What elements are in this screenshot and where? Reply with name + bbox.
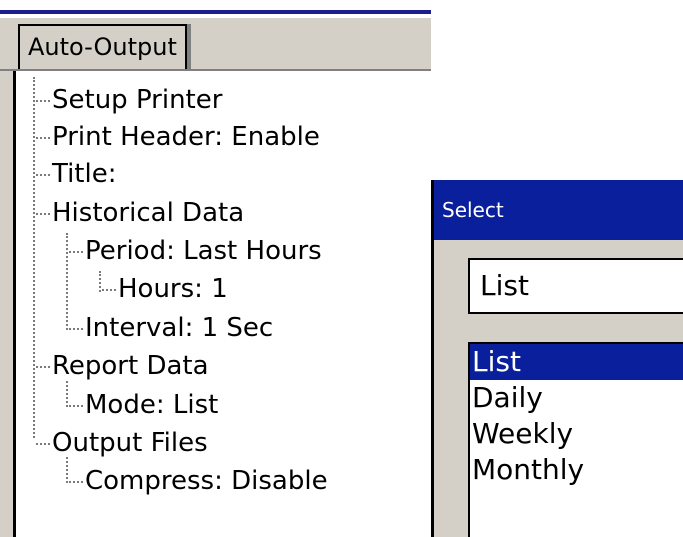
tree-item-setup-printer[interactable]: Setup Printer (36, 82, 223, 118)
tree-item-label: Period: Last Hours (85, 236, 322, 266)
tree-root-line (33, 77, 35, 438)
tree-item-historical-data[interactable]: Historical Data (36, 195, 245, 231)
tree-item-label: Mode: List (85, 390, 219, 420)
settings-tree: Setup Printer Print Header: Enable Title… (19, 71, 431, 537)
option-daily[interactable]: Daily (470, 380, 683, 416)
tab-auto-output[interactable]: Auto-Output (18, 24, 191, 71)
tree-item-label: Title: (52, 159, 117, 189)
option-monthly[interactable]: Monthly (470, 452, 683, 488)
tree-item-output-files[interactable]: Output Files (36, 425, 208, 461)
options-listbox[interactable]: List Daily Weekly Monthly (468, 342, 683, 537)
tree-period-line (99, 271, 101, 292)
tree-item-period[interactable]: Period: Last Hours (69, 233, 322, 269)
tree-item-print-header[interactable]: Print Header: Enable (36, 119, 320, 155)
tree-item-label: Setup Printer (52, 85, 223, 115)
option-list[interactable]: List (470, 344, 683, 380)
tree-item-interval[interactable]: Interval: 1 Sec (69, 310, 274, 346)
window-top-bar (0, 0, 431, 14)
select-dialog: Select List List Daily Weekly Monthly (431, 180, 683, 537)
tab-strip: Auto-Output (0, 18, 431, 71)
tree-item-hours[interactable]: Hours: 1 (102, 271, 228, 307)
option-weekly[interactable]: Weekly (470, 416, 683, 452)
tree-report-line (66, 381, 68, 407)
tree-historical-line (66, 233, 68, 330)
tree-item-mode[interactable]: Mode: List (69, 387, 219, 423)
tree-item-label: Hours: 1 (118, 274, 228, 304)
left-frame (0, 71, 16, 537)
tree-item-label: Print Header: Enable (52, 122, 320, 152)
tree-item-label: Compress: Disable (85, 466, 328, 496)
tree-item-label: Output Files (52, 428, 208, 458)
tree-item-label: Interval: 1 Sec (85, 313, 274, 343)
tree-item-title[interactable]: Title: (36, 156, 117, 192)
tree-item-label: Report Data (52, 351, 209, 381)
tree-item-compress[interactable]: Compress: Disable (69, 463, 328, 499)
selected-value-field[interactable]: List (468, 258, 683, 314)
dialog-title[interactable]: Select (434, 180, 683, 240)
tree-item-report-data[interactable]: Report Data (36, 348, 209, 384)
tree-item-label: Historical Data (52, 198, 245, 228)
